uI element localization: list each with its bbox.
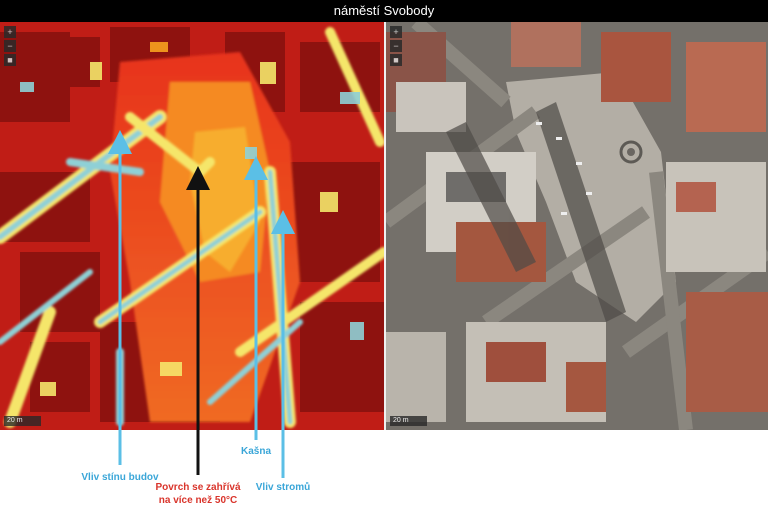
map-layer-icon-right[interactable]: ■ <box>390 54 402 66</box>
map-layer-icon[interactable]: ■ <box>4 54 16 66</box>
aerial-map[interactable]: + − ■ 20 m <box>386 22 768 430</box>
aerial-photo-image <box>386 22 768 430</box>
scale-bar-left: 20 m <box>4 416 41 426</box>
label-fountain: Kašna <box>240 446 271 457</box>
zoom-in-button-right[interactable]: + <box>390 26 402 38</box>
label-trees: Vliv stromů <box>255 482 311 493</box>
thermal-map-image <box>0 22 384 430</box>
label-surface-heat-line1: Povrch se zahřívá <box>155 482 241 493</box>
zoom-out-button[interactable]: − <box>4 40 16 52</box>
page-title: náměstí Svobody <box>0 0 768 22</box>
scale-bar-right: 20 m <box>390 416 427 426</box>
zoom-in-button[interactable]: + <box>4 26 16 38</box>
label-surface-heat-line2: na více než 50°C <box>158 495 238 506</box>
thermal-map[interactable]: + − ■ 20 m <box>0 22 384 430</box>
zoom-out-button-right[interactable]: − <box>390 40 402 52</box>
